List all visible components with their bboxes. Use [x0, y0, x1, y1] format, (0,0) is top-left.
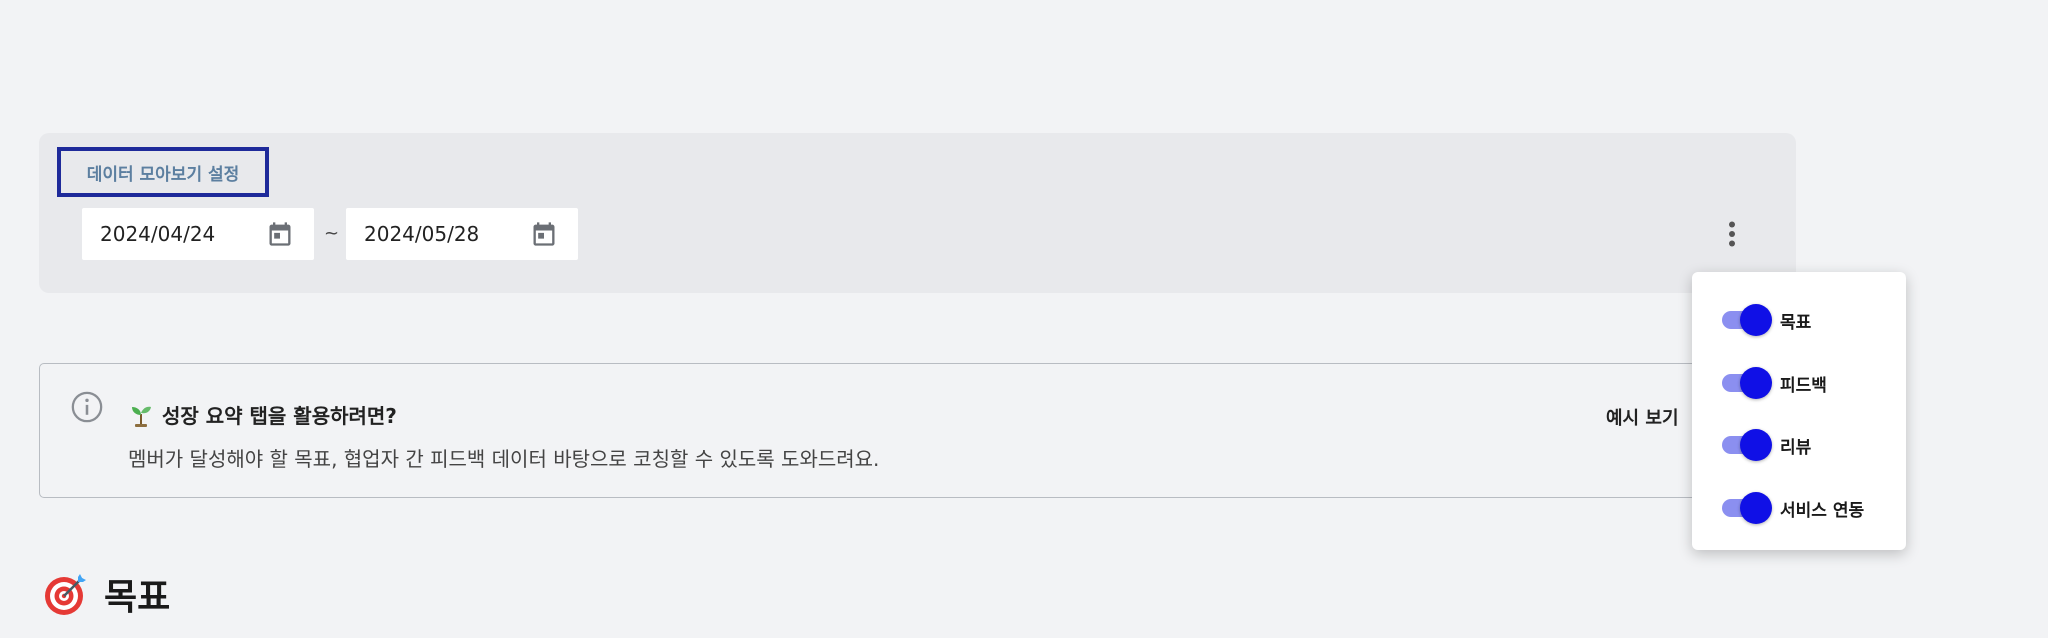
- target-icon: [45, 574, 86, 615]
- section-toggle-menu: 목표 피드백 리뷰 서비스 연동: [1692, 272, 1906, 550]
- toggle-label: 목표: [1780, 312, 1812, 333]
- more-options-button[interactable]: [1715, 216, 1749, 252]
- info-title-text: 성장 요약 탭을 활용하려면?: [162, 404, 397, 428]
- start-date-value: 2024/04/24: [100, 222, 216, 246]
- info-banner: 성장 요약 탭을 활용하려면? 멤버가 달성해야 할 목표, 협업자 간 피드백…: [39, 363, 1796, 498]
- settings-title: 데이터 모아보기 설정: [57, 147, 269, 197]
- toggle-label: 서비스 연동: [1780, 500, 1865, 521]
- info-title: 성장 요약 탭을 활용하려면?: [128, 400, 397, 429]
- toggle-review[interactable]: 리뷰: [1722, 427, 1906, 463]
- calendar-icon[interactable]: [266, 220, 294, 248]
- toggle-switch[interactable]: [1722, 429, 1772, 461]
- goal-heading-text: 목표: [104, 577, 171, 618]
- view-example-link[interactable]: 예시 보기: [1606, 404, 1679, 430]
- toggle-switch[interactable]: [1722, 367, 1772, 399]
- start-date-field[interactable]: 2024/04/24: [82, 208, 314, 260]
- toggle-switch[interactable]: [1722, 304, 1772, 336]
- toggle-goals[interactable]: 목표: [1722, 302, 1906, 338]
- date-range-separator: ~: [324, 223, 340, 244]
- goal-section-heading: 목표: [42, 568, 170, 620]
- more-vertical-icon: [1729, 221, 1735, 247]
- data-settings-panel: 데이터 모아보기 설정 2024/04/24 ~ 2024/05/28: [39, 133, 1796, 293]
- toggle-label: 리뷰: [1780, 437, 1812, 458]
- toggle-service-integration[interactable]: 서비스 연동: [1722, 490, 1906, 526]
- sprout-icon: [132, 406, 151, 427]
- end-date-value: 2024/05/28: [364, 222, 480, 246]
- toggle-feedback[interactable]: 피드백: [1722, 365, 1906, 401]
- info-description: 멤버가 달성해야 할 목표, 협업자 간 피드백 데이터 바탕으로 코칭할 수 …: [128, 447, 880, 471]
- end-date-field[interactable]: 2024/05/28: [346, 208, 578, 260]
- toggle-switch[interactable]: [1722, 492, 1772, 524]
- calendar-icon[interactable]: [530, 220, 558, 248]
- toggle-label: 피드백: [1780, 375, 1827, 396]
- info-icon: [71, 391, 103, 423]
